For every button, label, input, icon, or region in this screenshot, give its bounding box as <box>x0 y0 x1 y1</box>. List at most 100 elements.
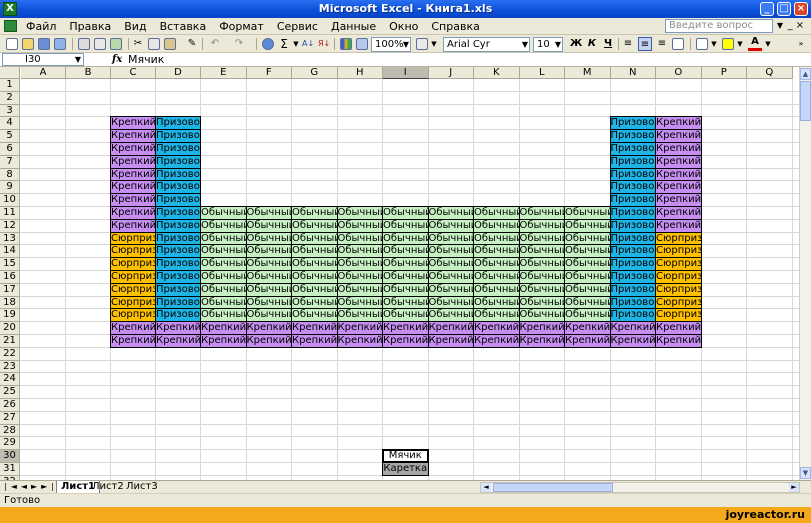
brick-cell[interactable]: Обычный <box>564 206 611 220</box>
drawing-icon[interactable] <box>356 38 368 50</box>
permission-icon[interactable] <box>54 38 66 50</box>
hyperlink-icon[interactable] <box>262 38 274 50</box>
brick-cell[interactable]: Крепкий <box>382 334 429 348</box>
brick-cell[interactable]: Призовой <box>609 282 656 297</box>
brick-cell[interactable]: Крепкий <box>110 218 156 233</box>
brick-cell[interactable]: Обычный <box>427 231 474 246</box>
brick-cell[interactable]: Обычный <box>245 231 292 246</box>
brick-cell[interactable]: Крепкий <box>655 154 702 169</box>
row-header[interactable]: 1 <box>0 79 20 92</box>
brick-cell[interactable]: Обычный <box>336 257 383 271</box>
brick-cell[interactable]: Обычный <box>518 257 565 271</box>
row-header[interactable]: 29 <box>0 437 20 451</box>
column-header[interactable]: J <box>428 67 474 79</box>
brick-cell[interactable]: Крепкий <box>110 334 156 348</box>
brick-cell[interactable]: Призовой <box>155 206 201 220</box>
brick-cell[interactable]: Обычный <box>427 244 474 259</box>
brick-cell[interactable]: Призовой <box>155 231 201 246</box>
align-left-icon[interactable]: ≡ <box>622 37 634 51</box>
chevron-down-icon[interactable]: ▼ <box>777 21 783 30</box>
brick-cell[interactable]: Призовой <box>155 167 201 182</box>
brick-cell[interactable]: Обычный <box>291 244 338 259</box>
column-header[interactable]: C <box>111 67 156 79</box>
row-header[interactable]: 30 <box>0 450 20 463</box>
brick-cell[interactable]: Обычный <box>291 257 338 271</box>
brick-cell[interactable]: Обычный <box>473 257 520 271</box>
row-header[interactable]: 26 <box>0 399 20 412</box>
brick-cell[interactable]: Крепкий <box>655 218 702 233</box>
brick-cell[interactable]: Призовой <box>155 270 201 284</box>
column-header[interactable]: E <box>201 67 247 79</box>
chevron-down-icon[interactable]: ▼ <box>764 37 772 51</box>
brick-cell[interactable]: Обычный <box>245 295 292 310</box>
brick-cell[interactable]: Обычный <box>200 257 247 271</box>
brick-cell[interactable]: Обычный <box>200 244 247 259</box>
autosum-icon[interactable]: Σ <box>278 37 290 51</box>
redo-icon[interactable]: ↷ <box>232 37 246 51</box>
brick-cell[interactable]: Крепкий <box>110 142 156 156</box>
brick-cell[interactable]: Обычный <box>291 270 338 284</box>
brick-cell[interactable]: Обычный <box>245 257 292 271</box>
brick-cell[interactable]: Обычный <box>427 282 474 297</box>
brick-cell[interactable]: Призовой <box>155 244 201 259</box>
brick-cell[interactable]: Обычный <box>200 270 247 284</box>
brick-cell[interactable]: Призовой <box>155 116 201 131</box>
brick-cell[interactable]: Обычный <box>245 282 292 297</box>
brick-cell[interactable]: Обычный <box>336 270 383 284</box>
brick-cell[interactable]: Обычный <box>518 308 565 323</box>
brick-cell[interactable]: Призовой <box>609 308 656 323</box>
brick-cell[interactable]: Сюрприз <box>110 231 156 246</box>
print-preview-icon[interactable] <box>94 38 106 50</box>
brick-cell[interactable]: Обычный <box>427 206 474 220</box>
maximize-button[interactable]: □ <box>777 2 791 16</box>
brick-cell[interactable]: Призовой <box>609 193 656 207</box>
brick-cell[interactable]: Обычный <box>382 295 429 310</box>
row-header[interactable]: 4 <box>0 117 20 131</box>
brick-cell[interactable]: Обычный <box>291 282 338 297</box>
brick-cell[interactable]: Призовой <box>155 282 201 297</box>
brick-cell[interactable]: Обычный <box>473 270 520 284</box>
brick-cell[interactable]: Крепкий <box>655 116 702 131</box>
help-search-input[interactable]: Введите вопрос <box>665 19 773 33</box>
column-header[interactable]: B <box>66 67 111 79</box>
save-icon[interactable] <box>38 38 50 50</box>
paddle-cell[interactable]: Каретка <box>382 462 429 476</box>
brick-cell[interactable]: Обычный <box>564 231 611 246</box>
brick-cell[interactable]: Обычный <box>518 244 565 259</box>
brick-cell[interactable]: Обычный <box>200 231 247 246</box>
brick-cell[interactable]: Призовой <box>609 218 656 233</box>
brick-cell[interactable]: Сюрприз <box>110 270 156 284</box>
brick-cell[interactable]: Крепкий <box>518 334 565 348</box>
brick-cell[interactable]: Крепкий <box>110 154 156 169</box>
row-header[interactable]: 6 <box>0 143 20 156</box>
brick-cell[interactable]: Обычный <box>382 308 429 323</box>
column-header[interactable]: I <box>383 67 429 79</box>
row-header[interactable]: 28 <box>0 424 20 438</box>
open-folder-icon[interactable] <box>22 38 34 50</box>
column-header[interactable]: L <box>519 67 565 79</box>
brick-cell[interactable]: Крепкий <box>110 193 156 207</box>
menu-item[interactable]: Сервис <box>277 20 318 33</box>
brick-cell[interactable]: Крепкий <box>564 334 611 348</box>
brick-cell[interactable]: Сюрприз <box>655 257 702 271</box>
spelling-icon[interactable] <box>110 38 122 50</box>
brick-cell[interactable]: Призовой <box>609 231 656 246</box>
brick-cell[interactable]: Крепкий <box>427 334 474 348</box>
column-header[interactable]: P <box>701 67 747 79</box>
brick-cell[interactable]: Обычный <box>473 308 520 323</box>
menu-item[interactable]: Вставка <box>160 20 207 33</box>
brick-cell[interactable]: Обычный <box>245 218 292 233</box>
brick-cell[interactable]: Крепкий <box>110 180 156 195</box>
brick-cell[interactable]: Обычный <box>427 308 474 323</box>
column-header[interactable]: H <box>337 67 383 79</box>
zoom-select[interactable]: 100% ▼ <box>371 37 411 52</box>
horizontal-scroll-thumb[interactable] <box>493 483 613 492</box>
brick-cell[interactable]: Призовой <box>609 154 656 169</box>
chevron-down-icon[interactable]: ▼ <box>710 37 718 51</box>
brick-cell[interactable]: Призовой <box>155 218 201 233</box>
horizontal-scrollbar[interactable]: ◄ ► <box>480 482 800 493</box>
menu-item[interactable]: Файл <box>26 20 56 33</box>
brick-cell[interactable]: Обычный <box>473 295 520 310</box>
row-header[interactable]: 16 <box>0 271 20 284</box>
brick-cell[interactable]: Крепкий <box>473 334 520 348</box>
